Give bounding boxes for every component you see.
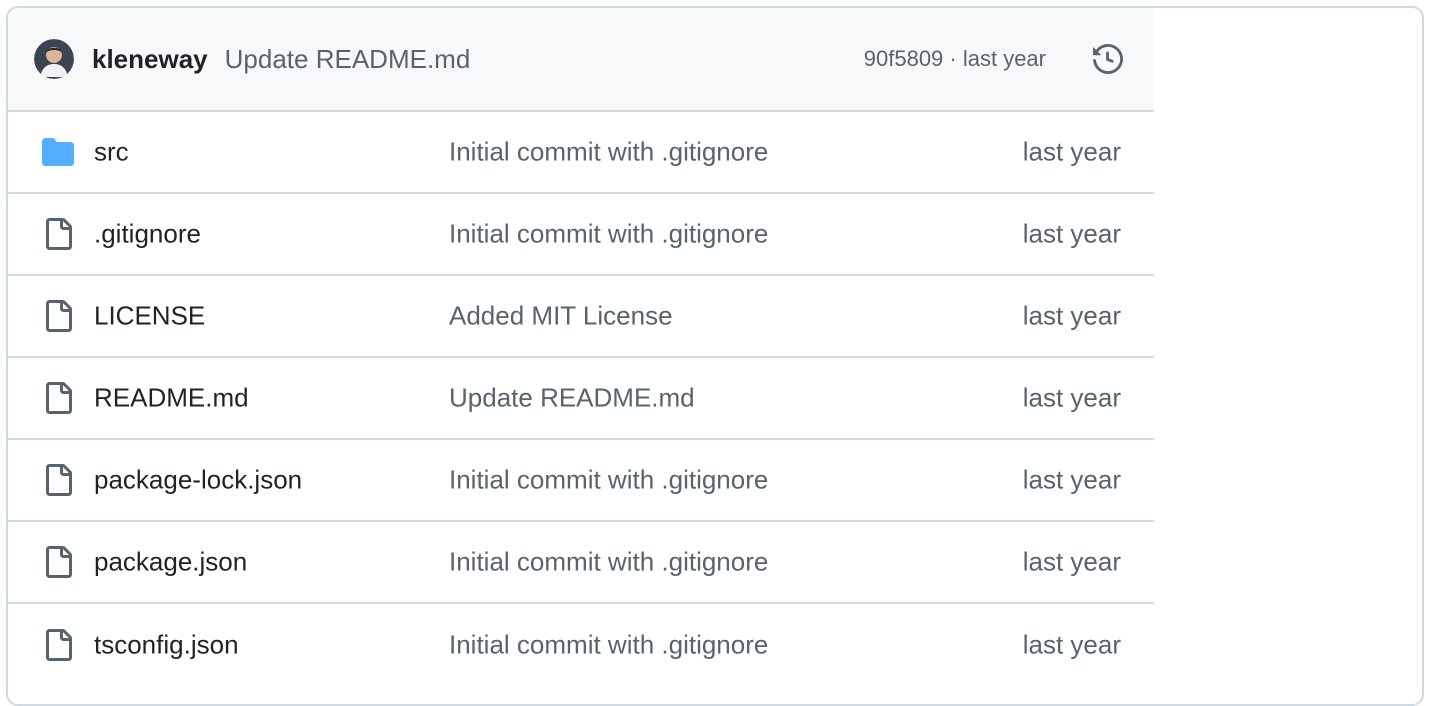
file-browser-panel: kleneway Update README.md 90f5809 · last… [6,6,1424,706]
file-row[interactable]: README.md Update README.md last year [8,358,1154,440]
commit-time: last year [1022,218,1121,249]
file-row[interactable]: package.json Initial commit with .gitign… [8,522,1154,604]
file-table: kleneway Update README.md 90f5809 · last… [8,8,1154,686]
file-row[interactable]: LICENSE Added MIT License last year [8,276,1154,358]
history-icon [1093,44,1123,74]
commit-message-link[interactable]: Update README.md [225,44,471,75]
file-row[interactable]: tsconfig.json Initial commit with .gitig… [8,604,1154,686]
file-icon [42,382,74,414]
commit-message-link[interactable]: Update README.md [449,383,695,414]
file-row[interactable]: .gitignore Initial commit with .gitignor… [8,194,1154,276]
file-icon [42,300,74,332]
commit-time: last year [1022,300,1121,331]
commit-message-link[interactable]: Initial commit with .gitignore [449,219,768,250]
file-icon [42,218,74,250]
file-name-link[interactable]: package-lock.json [94,465,302,496]
commit-message-link[interactable]: Initial commit with .gitignore [449,630,768,661]
file-name-link[interactable]: src [94,137,129,168]
commit-time: last year [1022,546,1121,577]
file-name-link[interactable]: LICENSE [94,301,205,332]
commit-message-link[interactable]: Initial commit with .gitignore [449,465,768,496]
commit-hash-time[interactable]: 90f5809 · last year [864,46,1046,72]
folder-icon [42,136,74,168]
commit-time: last year [1022,464,1121,495]
commit-time: last year [1022,382,1121,413]
commit-message-link[interactable]: Added MIT License [449,301,673,332]
file-icon [42,629,74,661]
file-name-link[interactable]: README.md [94,383,249,414]
file-name-link[interactable]: tsconfig.json [94,630,239,661]
commit-message-link[interactable]: Initial commit with .gitignore [449,547,768,578]
file-name-link[interactable]: package.json [94,547,247,578]
avatar[interactable] [34,39,74,79]
commit-time: last year [1022,136,1121,167]
commit-time: last year [1022,629,1121,660]
history-button[interactable] [1088,39,1128,79]
file-icon [42,546,74,578]
commit-message-link[interactable]: Initial commit with .gitignore [449,137,768,168]
latest-commit-bar: kleneway Update README.md 90f5809 · last… [8,8,1154,112]
file-name-link[interactable]: .gitignore [94,219,201,250]
file-row[interactable]: src Initial commit with .gitignore last … [8,112,1154,194]
file-row[interactable]: package-lock.json Initial commit with .g… [8,440,1154,522]
commit-author-link[interactable]: kleneway [92,44,208,75]
file-icon [42,464,74,496]
